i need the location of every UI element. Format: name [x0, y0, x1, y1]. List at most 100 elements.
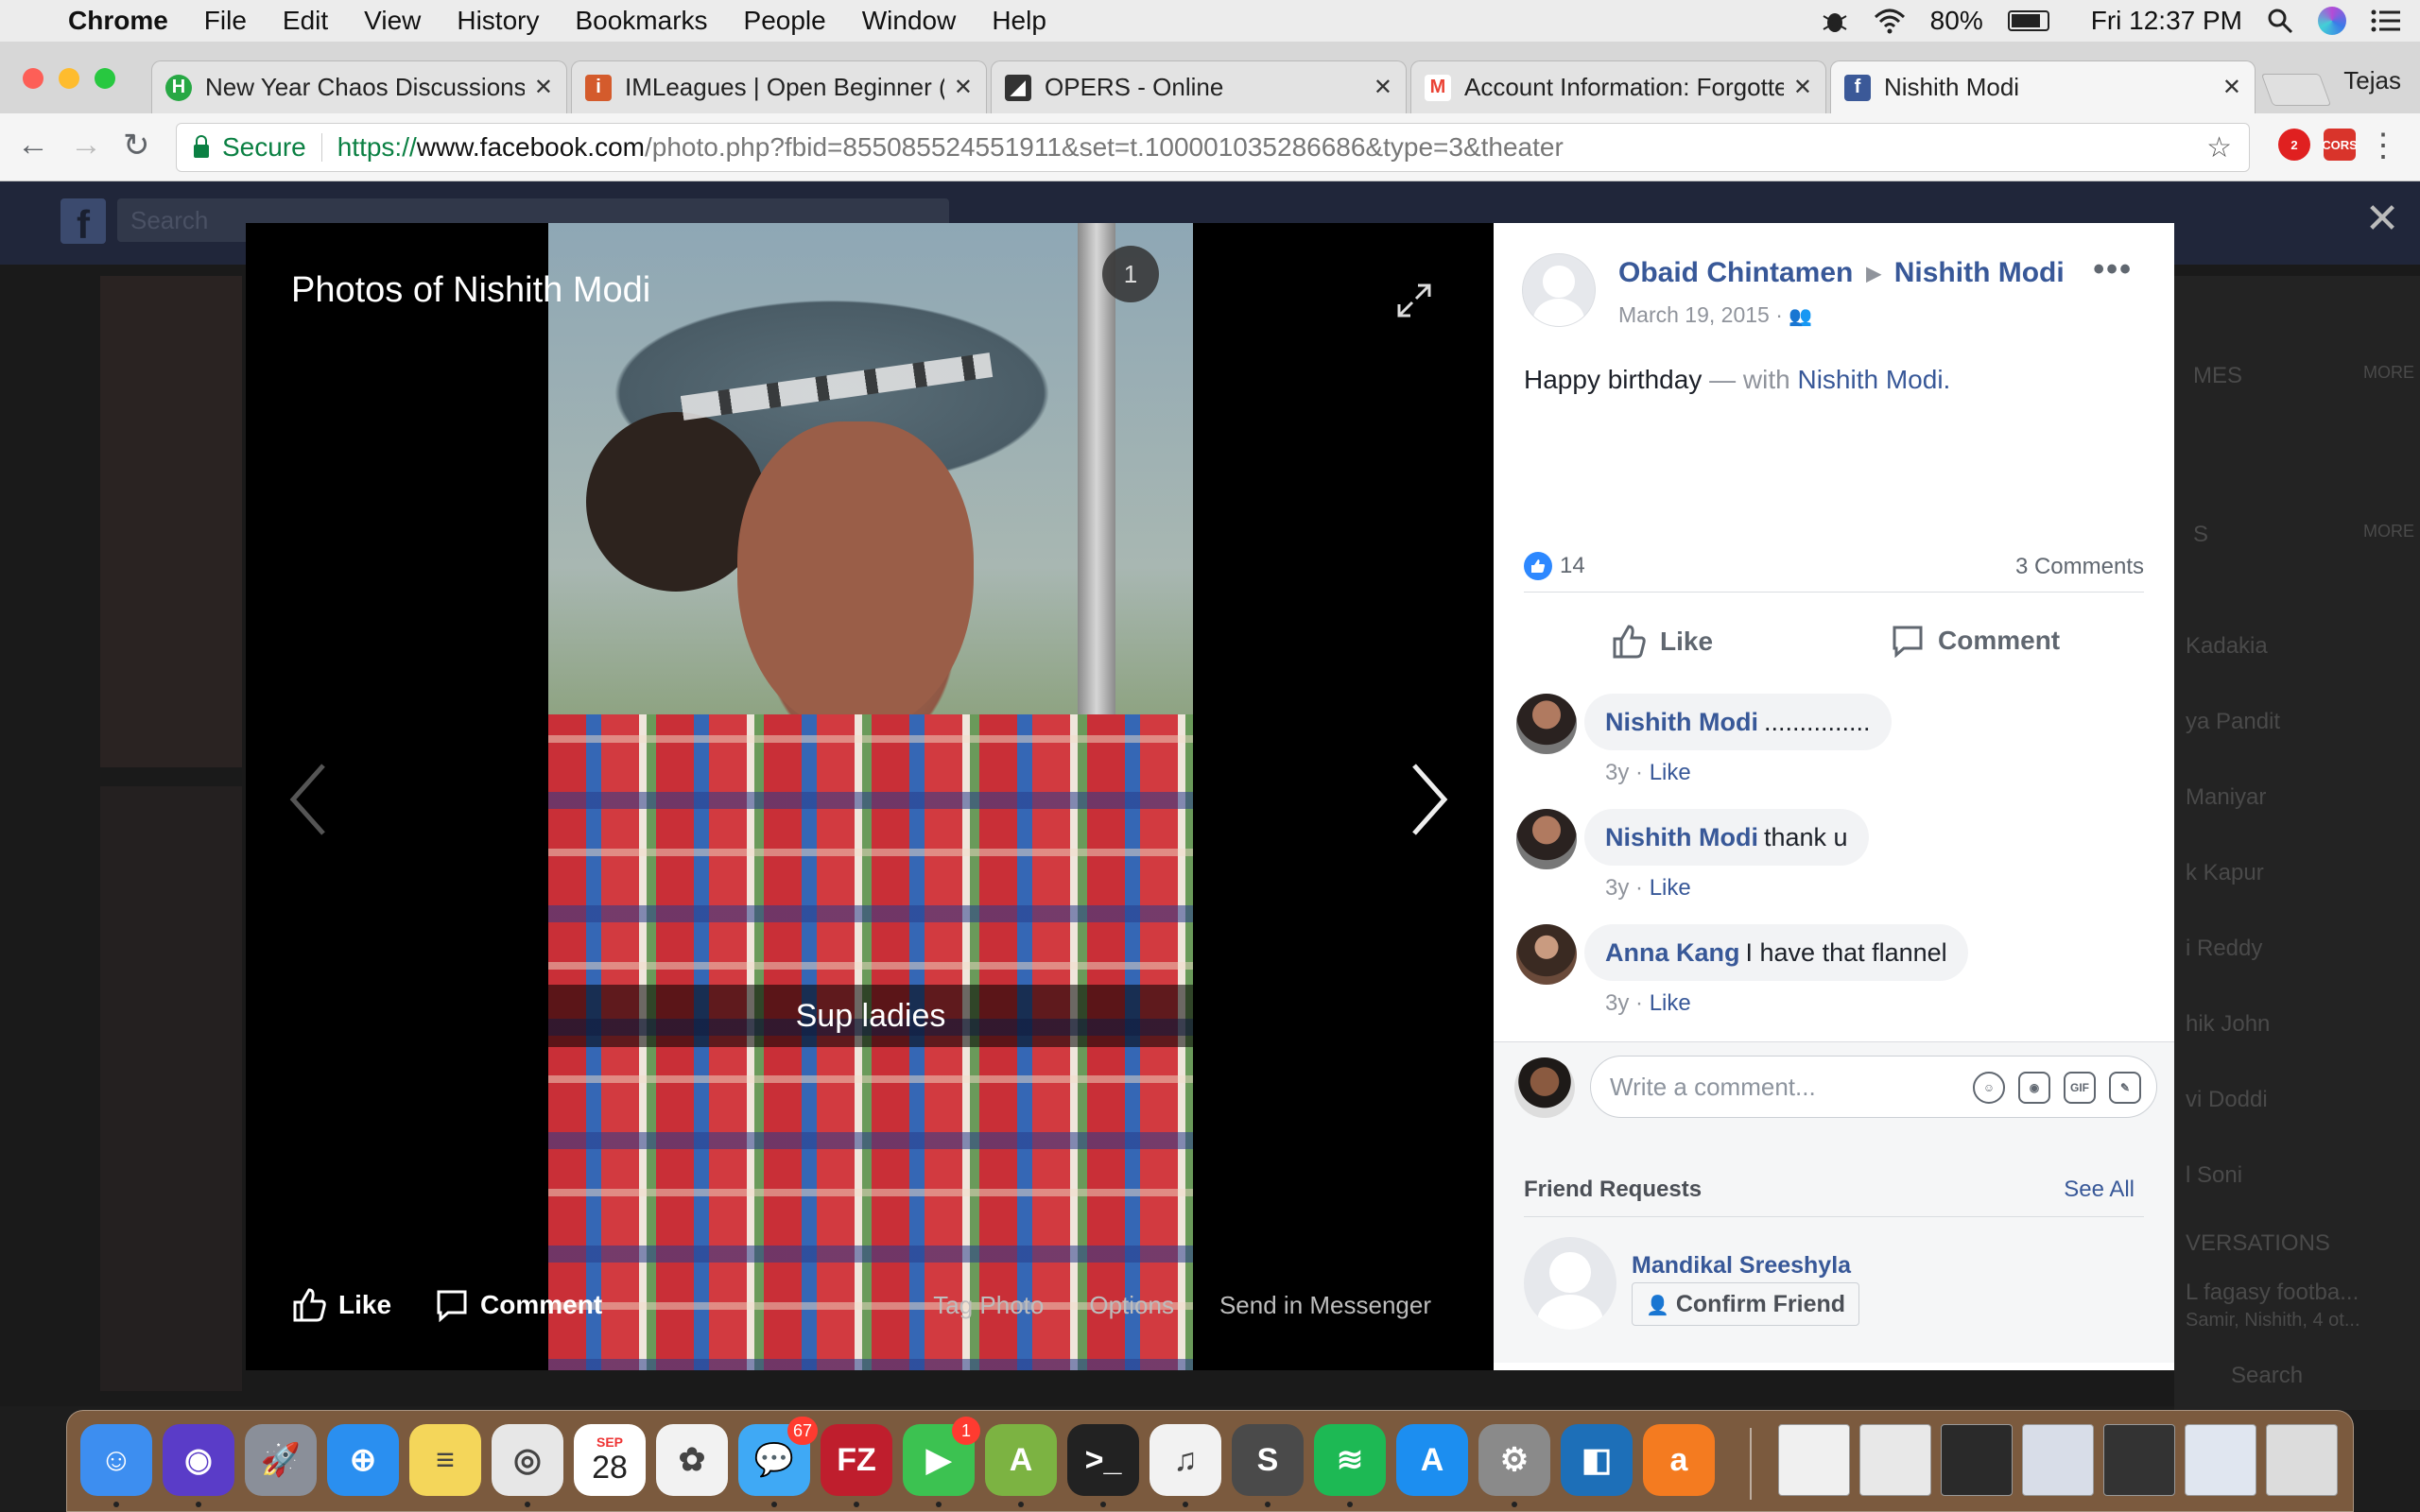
safari-icon[interactable]: ⊕	[327, 1424, 399, 1496]
comment-age[interactable]: 3y ·	[1605, 875, 1643, 901]
next-photo-chevron-icon[interactable]	[1409, 762, 1450, 837]
friend-request-name[interactable]: Mandikal Sreeshyla	[1632, 1252, 1851, 1280]
menu-bookmarks[interactable]: Bookmarks	[575, 6, 707, 36]
spotlight-search-icon[interactable]	[2267, 8, 2293, 34]
theater-like-button[interactable]: Like	[291, 1287, 391, 1323]
tagged-friend-link[interactable]: Nishith Modi.	[1797, 365, 1950, 394]
menu-help[interactable]: Help	[992, 6, 1046, 36]
screenshot-thumbnail-4[interactable]	[2103, 1424, 2175, 1496]
minimize-window-button[interactable]	[59, 68, 79, 89]
screenshot-thumbnail-3[interactable]	[2022, 1424, 2094, 1496]
commenter-avatar[interactable]	[1516, 694, 1577, 754]
app-store-icon[interactable]: A	[1396, 1424, 1468, 1496]
post-like-button[interactable]: Like	[1611, 624, 1713, 660]
terminal-icon[interactable]: >_	[1067, 1424, 1139, 1496]
friend-request-avatar[interactable]	[1524, 1237, 1616, 1330]
trash-icon[interactable]	[2266, 1424, 2338, 1496]
menu-edit[interactable]: Edit	[283, 6, 328, 36]
sublime-icon[interactable]: S	[1232, 1424, 1304, 1496]
post-comment-button[interactable]: Comment	[1891, 624, 2060, 658]
comment-like-link[interactable]: Like	[1650, 760, 1691, 785]
address-bar[interactable]: Secure https://www.facebook.com/photo.ph…	[176, 123, 2250, 172]
previous-photo-chevron-icon[interactable]	[287, 762, 329, 837]
close-tab-icon[interactable]: ✕	[2222, 74, 2241, 101]
close-tab-icon[interactable]: ✕	[1374, 74, 1392, 101]
menu-view[interactable]: View	[364, 6, 421, 36]
sticker-icon[interactable]: ✎	[2109, 1072, 2141, 1104]
commenter-avatar[interactable]	[1516, 924, 1577, 985]
tab-imleagues[interactable]: i IMLeagues | Open Beginner (U ✕	[571, 60, 987, 113]
close-tab-icon[interactable]: ✕	[534, 74, 553, 101]
launchpad-icon[interactable]: 🚀	[245, 1424, 317, 1496]
comment-input[interactable]: Write a comment... ☺ ◉ GIF ✎	[1590, 1056, 2157, 1118]
calendar-icon[interactable]: SEP 28	[574, 1424, 646, 1496]
post-author-link[interactable]: Obaid Chintamen	[1618, 257, 1853, 289]
comment-author-link[interactable]: Nishith Modi	[1605, 708, 1758, 736]
battery-percent[interactable]: 80%	[1930, 6, 1983, 36]
notification-center-icon[interactable]	[2371, 9, 2401, 33]
menu-window[interactable]: Window	[862, 6, 957, 36]
gif-icon[interactable]: GIF	[2064, 1072, 2096, 1104]
chrome-icon[interactable]: ◎	[492, 1424, 563, 1496]
pdf-document-icon[interactable]	[1778, 1424, 1850, 1496]
comment-like-link[interactable]: Like	[1650, 990, 1691, 1016]
friends-audience-icon[interactable]: 👥	[1789, 306, 1812, 327]
siri-icon[interactable]: ◉	[163, 1424, 234, 1496]
close-tab-icon[interactable]: ✕	[1793, 74, 1812, 101]
zoom-window-button[interactable]	[95, 68, 115, 89]
siri-menu-icon[interactable]	[2318, 7, 2346, 35]
back-arrow-icon[interactable]: ←	[17, 127, 49, 163]
comment-age[interactable]: 3y ·	[1605, 760, 1643, 785]
wifi-icon[interactable]	[1874, 8, 1906, 34]
comment-count-link[interactable]: 3 Comments	[2015, 554, 2144, 580]
tab-nishith-modi[interactable]: f Nishith Modi ✕	[1830, 60, 2256, 113]
tab-gmail-account[interactable]: M Account Information: Forgotte ✕	[1410, 60, 1826, 113]
fullscreen-expand-icon[interactable]	[1395, 282, 1433, 319]
emoji-icon[interactable]: ☺	[1973, 1072, 2005, 1104]
spotify-icon[interactable]: ≋	[1314, 1424, 1386, 1496]
close-tab-icon[interactable]: ✕	[954, 74, 973, 101]
post-author-avatar[interactable]	[1522, 253, 1596, 327]
options-link[interactable]: Options	[1089, 1291, 1174, 1320]
itunes-icon[interactable]: ♫	[1150, 1424, 1221, 1496]
finder-icon[interactable]: ☺	[80, 1424, 152, 1496]
post-target-link[interactable]: Nishith Modi	[1894, 257, 2065, 289]
commenter-avatar[interactable]	[1516, 809, 1577, 869]
android-studio-icon[interactable]: A	[985, 1424, 1057, 1496]
theater-comment-button[interactable]: Comment	[435, 1288, 602, 1322]
filezilla-icon[interactable]: FZ	[821, 1424, 892, 1496]
facebook-logo-icon[interactable]: f	[60, 198, 106, 247]
battery-icon[interactable]	[2007, 10, 2049, 31]
close-theater-icon[interactable]: ✕	[2363, 198, 2401, 240]
current-user-avatar[interactable]	[1514, 1057, 1575, 1118]
reactions-summary[interactable]: 14	[1524, 552, 1585, 580]
notes-icon[interactable]: ≡	[409, 1424, 481, 1496]
see-all-link[interactable]: See All	[2064, 1177, 2135, 1203]
tag-photo-link[interactable]: Tag Photo	[933, 1291, 1044, 1320]
comment-author-link[interactable]: Nishith Modi	[1605, 823, 1758, 851]
confirm-friend-button[interactable]: 👤 Confirm Friend	[1632, 1282, 1860, 1326]
camera-icon[interactable]: ◉	[2018, 1072, 2050, 1104]
post-date[interactable]: March 19, 2015 ·	[1618, 302, 1783, 327]
menu-people[interactable]: People	[744, 6, 826, 36]
cors-extension-icon[interactable]: CORS	[2322, 129, 2358, 161]
comment-age[interactable]: 3y ·	[1605, 990, 1643, 1016]
screenshot-thumbnail-1[interactable]	[1859, 1424, 1931, 1496]
extension-badge-icon[interactable]: 2	[2278, 129, 2310, 161]
new-tab-button[interactable]	[2260, 74, 2332, 106]
reload-icon[interactable]: ↻	[123, 127, 150, 164]
system-preferences-icon[interactable]: ⚙	[1478, 1424, 1550, 1496]
profile-name[interactable]: Tejas	[2343, 66, 2401, 95]
menu-file[interactable]: File	[204, 6, 247, 36]
tab-opers[interactable]: ◢ OPERS - Online ✕	[991, 60, 1407, 113]
screenshot-thumbnail-2[interactable]	[1941, 1424, 2013, 1496]
forward-arrow-icon[interactable]: →	[70, 127, 102, 163]
clock[interactable]: Fri 12:37 PM	[2091, 6, 2242, 36]
photos-icon[interactable]: ✿	[656, 1424, 728, 1496]
send-in-messenger-link[interactable]: Send in Messenger	[1219, 1291, 1431, 1320]
snapchat-photo[interactable]: 1 Sup ladies	[548, 223, 1193, 1370]
chrome-menu-icon[interactable]: ⋮	[2367, 127, 2399, 164]
tab-new-year-chaos[interactable]: H New Year Chaos Discussions ✕	[151, 60, 567, 113]
more-options-icon[interactable]: •••	[2093, 251, 2133, 288]
framer-icon[interactable]: ◧	[1561, 1424, 1633, 1496]
